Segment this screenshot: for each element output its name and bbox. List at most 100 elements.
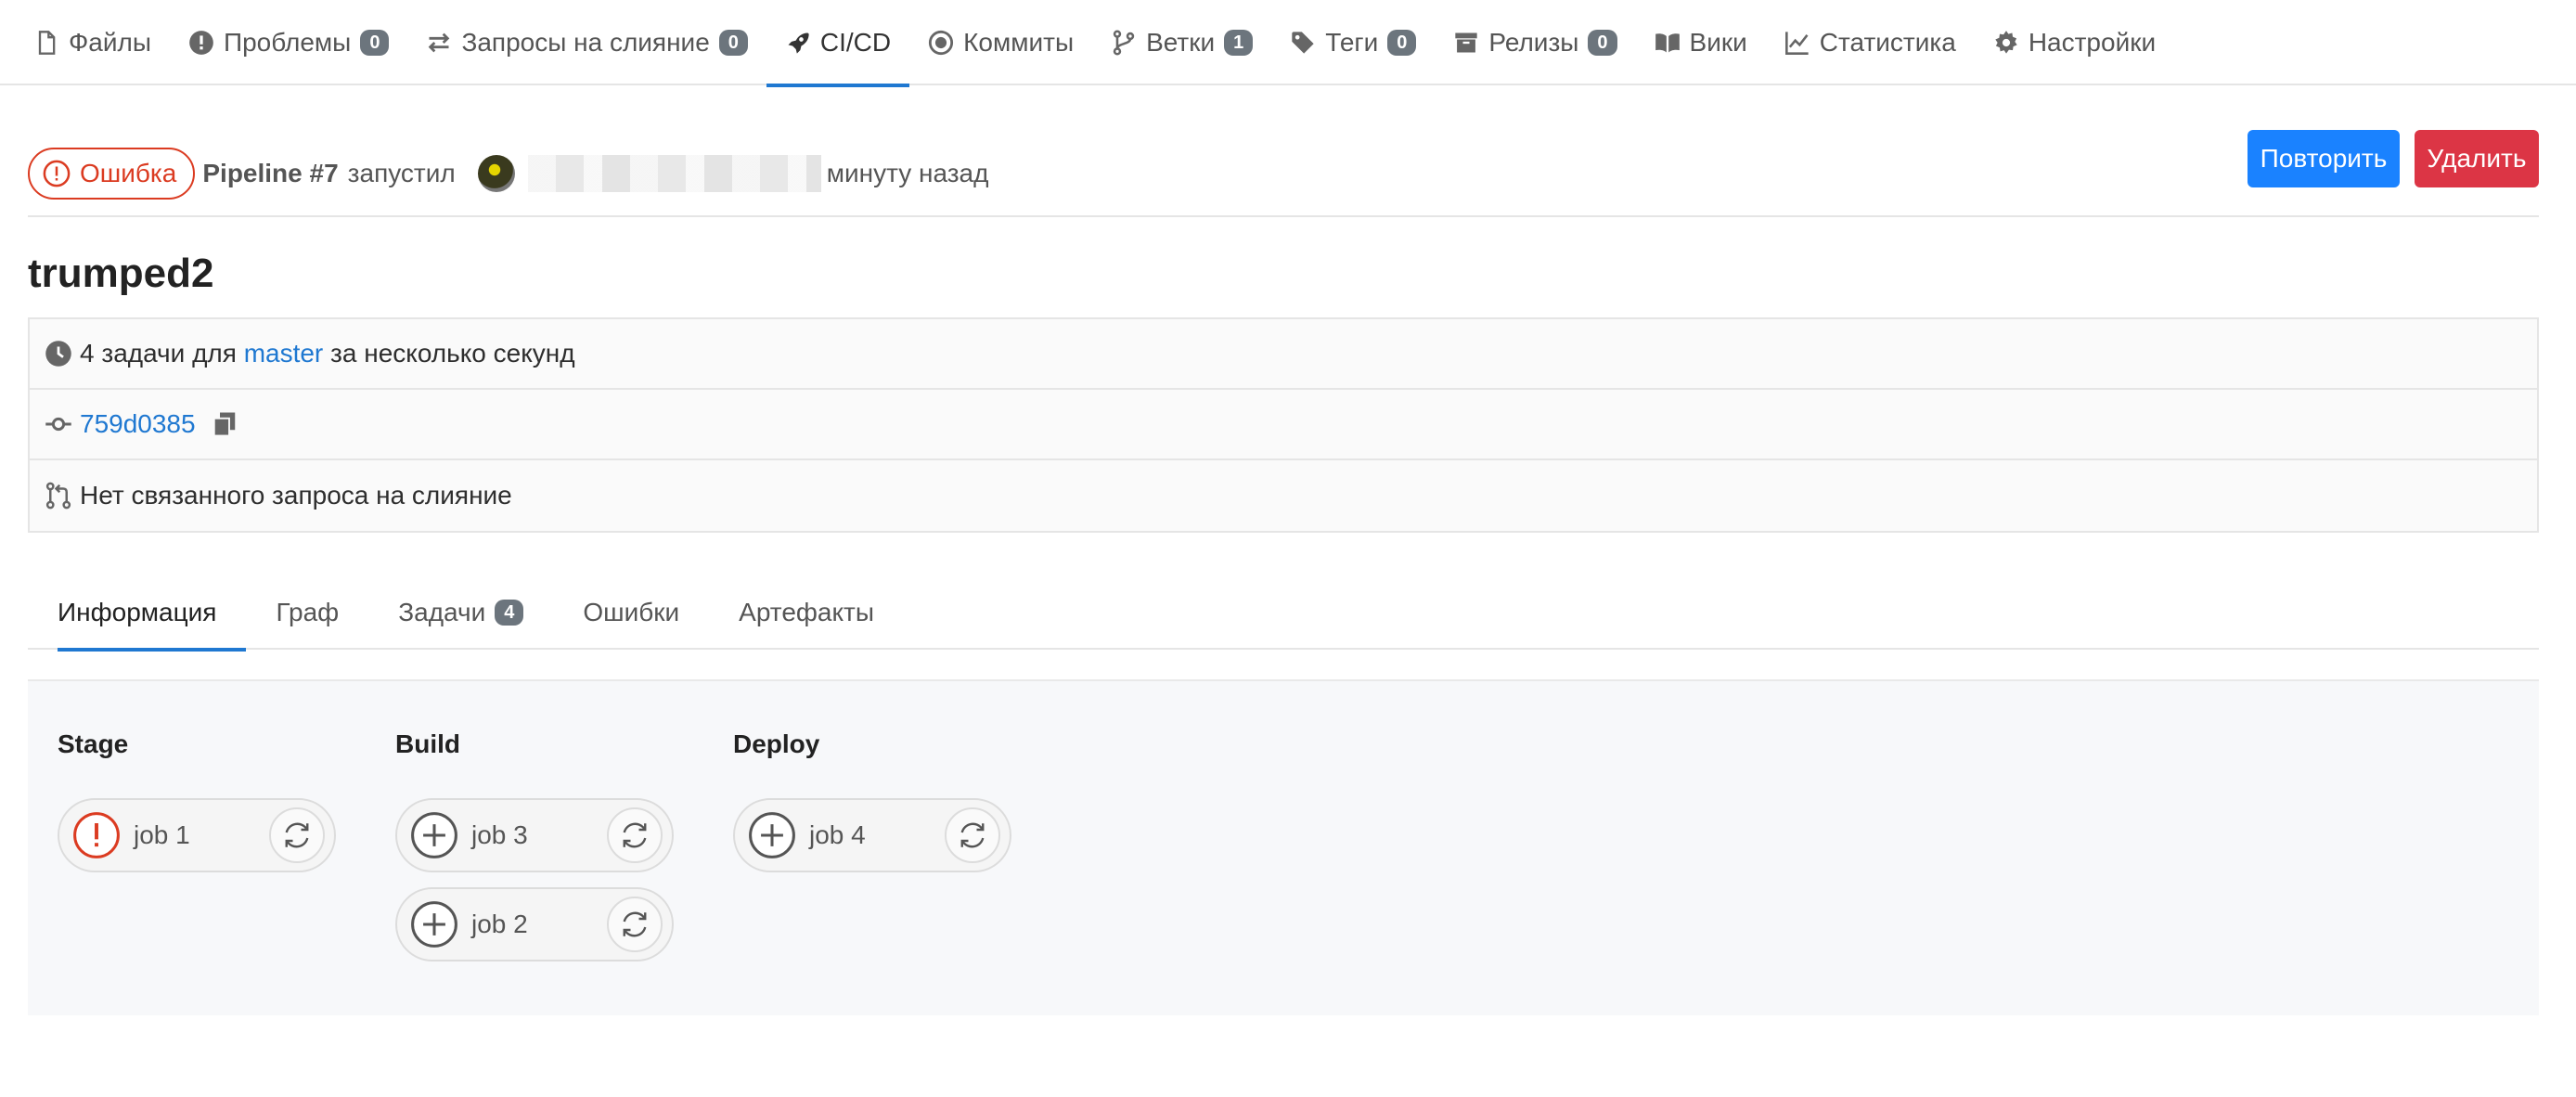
tab-label: Ошибки bbox=[583, 598, 680, 626]
tab-label: Информация bbox=[58, 598, 217, 626]
nav-item-settings[interactable]: Настройки bbox=[1975, 0, 2174, 85]
nav-item-label: Коммиты bbox=[963, 28, 1075, 57]
clock-icon bbox=[45, 341, 71, 367]
refresh-icon bbox=[623, 911, 647, 937]
retry-job-button[interactable] bbox=[945, 807, 1000, 863]
book-icon bbox=[1655, 30, 1681, 56]
retry-button[interactable]: Повторить bbox=[2248, 130, 2400, 187]
job-item[interactable]: job 2 bbox=[395, 887, 674, 961]
commit-sha-link[interactable]: 759d0385 bbox=[80, 409, 196, 439]
exclamation-circle-icon bbox=[43, 160, 71, 187]
jobs-duration: за несколько секунд bbox=[330, 339, 575, 368]
job-name: job 4 bbox=[809, 820, 866, 849]
chart-line-icon bbox=[1784, 30, 1810, 56]
commit-icon bbox=[45, 417, 71, 432]
issue-icon bbox=[188, 30, 214, 56]
nav-item-label: Теги bbox=[1325, 28, 1379, 57]
jobs-count-badge: 4 bbox=[495, 600, 524, 626]
commit-dot-icon bbox=[928, 30, 954, 56]
stage-title: Deploy bbox=[733, 729, 820, 758]
nav-item-label: Настройки bbox=[2028, 28, 2157, 57]
merge-request-icon bbox=[45, 482, 71, 510]
stage-title: Build bbox=[395, 729, 460, 758]
nav-item-merge-requests[interactable]: Запросы на слияние 0 bbox=[407, 0, 766, 85]
branch-icon bbox=[1111, 30, 1137, 56]
tag-icon bbox=[1290, 30, 1316, 56]
delete-button[interactable]: Удалить bbox=[2415, 130, 2539, 187]
nav-item-label: Запросы на слияние bbox=[461, 28, 710, 57]
nav-item-label: Статистика bbox=[1819, 28, 1956, 57]
archive-icon bbox=[1453, 30, 1479, 56]
branch-link[interactable]: master bbox=[244, 339, 324, 368]
retry-job-button[interactable] bbox=[607, 807, 663, 863]
avatar[interactable] bbox=[477, 155, 515, 192]
nav-item-branches[interactable]: Ветки 1 bbox=[1092, 0, 1271, 85]
nav-item-releases[interactable]: Релизы 0 bbox=[1435, 0, 1635, 85]
job-item[interactable]: job 4 bbox=[733, 798, 1011, 872]
merge-request-text: Нет связанного запроса на слияние bbox=[80, 481, 512, 510]
file-icon bbox=[33, 30, 59, 56]
jobs-summary-prefix: 4 задачи для bbox=[80, 339, 237, 368]
tab-label: Граф bbox=[276, 598, 340, 626]
tab-information[interactable]: Информация bbox=[28, 575, 247, 652]
failed-status-icon bbox=[72, 811, 121, 859]
nav-item-label: Ветки bbox=[1146, 28, 1216, 57]
nav-item-commits[interactable]: Коммиты bbox=[909, 0, 1092, 85]
nav-item-files[interactable]: Файлы bbox=[15, 0, 170, 85]
job-item[interactable]: job 1 bbox=[58, 798, 336, 872]
nav-item-label: Проблемы bbox=[223, 28, 352, 57]
refresh-icon bbox=[285, 822, 309, 848]
project-nav: Файлы Проблемы 0 Запросы на слияние 0 CI… bbox=[0, 0, 2576, 87]
merge-request-row: Нет связанного запроса на слияние bbox=[30, 460, 2537, 531]
refresh-icon bbox=[623, 822, 647, 848]
nav-item-label: CI/CD bbox=[819, 28, 892, 57]
merge-requests-count-badge: 0 bbox=[718, 30, 748, 56]
tab-jobs[interactable]: Задачи 4 bbox=[368, 575, 553, 650]
stage-title: Stage bbox=[58, 729, 129, 758]
tab-label: Задачи bbox=[398, 598, 486, 626]
nav-item-cicd[interactable]: CI/CD bbox=[766, 0, 910, 87]
tags-count-badge: 0 bbox=[1387, 30, 1417, 56]
created-status-icon bbox=[748, 811, 796, 859]
nav-item-label: Файлы bbox=[69, 28, 151, 57]
jobs-summary-row: 4 задачи для master за несколько секунд bbox=[30, 319, 2537, 390]
tab-failures[interactable]: Ошибки bbox=[553, 575, 709, 650]
tab-artifacts[interactable]: Артефакты bbox=[709, 575, 904, 650]
nav-item-label: Релизы bbox=[1488, 28, 1579, 57]
gear-icon bbox=[1993, 30, 2019, 56]
job-item[interactable]: job 3 bbox=[395, 798, 674, 872]
tab-graph[interactable]: Граф bbox=[246, 575, 368, 650]
commit-title: trumped2 bbox=[28, 251, 214, 296]
nav-item-statistics[interactable]: Статистика bbox=[1766, 0, 1975, 85]
job-name: job 3 bbox=[471, 820, 528, 849]
created-status-icon bbox=[410, 900, 458, 949]
job-name: job 1 bbox=[134, 820, 190, 849]
refresh-icon bbox=[960, 822, 985, 848]
nav-item-tags[interactable]: Теги 0 bbox=[1271, 0, 1435, 85]
retry-job-button[interactable] bbox=[607, 897, 663, 952]
merge-arrows-icon bbox=[426, 30, 452, 56]
pipeline-status-label: Ошибка bbox=[80, 159, 177, 187]
copy-icon[interactable] bbox=[211, 410, 238, 438]
branches-count-badge: 1 bbox=[1224, 30, 1254, 56]
nav-item-wiki[interactable]: Вики bbox=[1636, 0, 1766, 85]
job-name: job 2 bbox=[471, 910, 528, 938]
retry-job-button[interactable] bbox=[269, 807, 325, 863]
tab-label: Артефакты bbox=[739, 598, 875, 626]
triggered-by-label: запустил bbox=[347, 159, 456, 187]
pipeline-header: Ошибка Pipeline #7 запустил минуту назад… bbox=[28, 130, 2548, 217]
releases-count-badge: 0 bbox=[1588, 30, 1617, 56]
commit-sha-row: 759d0385 bbox=[30, 390, 2537, 460]
issues-count-badge: 0 bbox=[360, 30, 390, 56]
rocket-icon bbox=[785, 30, 811, 56]
pipeline-time-ago: минуту назад bbox=[826, 159, 989, 187]
pipeline-title: Pipeline #7 bbox=[202, 159, 339, 187]
header-divider bbox=[28, 215, 2539, 217]
pipeline-tabs: Информация Граф Задачи 4 Ошибки Артефакты bbox=[28, 575, 2539, 652]
pipeline-status-badge[interactable]: Ошибка bbox=[28, 148, 196, 200]
pipeline-graph: Stage job 1 Build job 3 job 2 Deploy job… bbox=[28, 679, 2539, 1015]
nav-item-issues[interactable]: Проблемы 0 bbox=[170, 0, 407, 85]
nav-item-label: Вики bbox=[1689, 28, 1747, 57]
blurred-username[interactable] bbox=[527, 155, 821, 192]
pipeline-info-box: 4 задачи для master за несколько секунд … bbox=[28, 317, 2539, 533]
